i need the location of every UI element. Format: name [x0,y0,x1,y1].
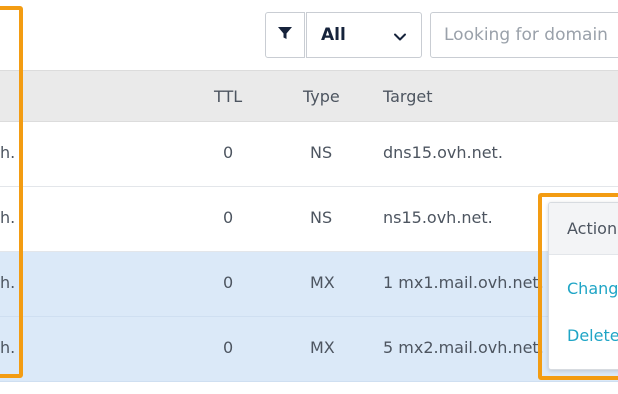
column-header-ttl: TTL [214,87,243,106]
table-header: TTL Type Target [0,70,618,122]
type-cell: NS [310,208,333,227]
ttl-cell: 0 [223,273,234,292]
domain-search-input[interactable]: Looking for domain [430,12,618,58]
highlight-frame-actions [538,193,618,380]
column-header-type: Type [303,87,340,106]
ttl-cell: 0 [223,143,234,162]
target-cell: 5 mx2.mail.ovh.net. [383,338,544,357]
target-cell: ns15.ovh.net. [383,208,493,227]
table-row[interactable]: h. 0 NS dns15.ovh.net. [0,122,618,187]
type-cell: NS [310,143,333,162]
funnel-icon [277,25,293,45]
ttl-cell: 0 [223,208,234,227]
filter-button[interactable] [265,12,305,58]
select-value: All [321,25,346,45]
table-row[interactable]: h. 0 MX 5 mx2.mail.ovh.net. [0,317,618,382]
target-cell: dns15.ovh.net. [383,143,503,162]
type-cell: MX [310,338,335,357]
highlight-frame-left [0,6,23,378]
table-row[interactable]: h. 0 MX 1 mx1.mail.ovh.net. [0,252,618,317]
column-header-target: Target [383,87,433,106]
chevron-down-icon [393,29,407,49]
type-cell: MX [310,273,335,292]
table-row[interactable]: h. 0 NS ns15.ovh.net. [0,187,618,252]
ttl-cell: 0 [223,338,234,357]
target-cell: 1 mx1.mail.ovh.net. [383,273,544,292]
type-filter-select[interactable]: All [306,12,422,58]
search-placeholder: Looking for domain [444,25,608,45]
